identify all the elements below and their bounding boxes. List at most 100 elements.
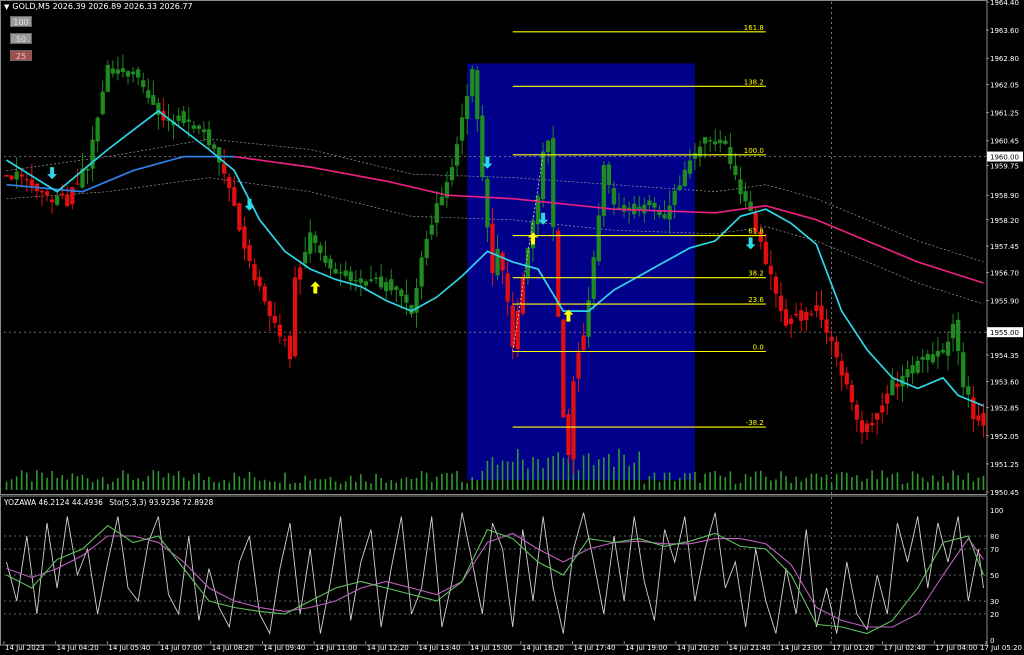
candle-body <box>586 300 591 337</box>
candle-body <box>363 281 369 286</box>
candle-body <box>890 379 895 396</box>
yozawa-fast-line <box>6 524 985 635</box>
candle-body <box>105 64 110 92</box>
candle-body <box>267 301 272 317</box>
candle-body <box>950 323 956 339</box>
price-tick-label: 1963.60 <box>990 27 1019 35</box>
time-tick-label: 14 Jul 21:40 <box>729 644 771 652</box>
time-tick-label: 14 Jul 13:40 <box>418 644 460 652</box>
dropdown-triangle-icon[interactable]: ▼ <box>4 3 9 11</box>
candle-body <box>956 319 961 352</box>
price-tick-label: 1958.20 <box>990 217 1019 225</box>
fib-level-label: -38.2 <box>746 419 764 427</box>
candle-body <box>328 258 333 269</box>
candle-body <box>378 276 384 288</box>
candle-body <box>697 146 703 158</box>
candle-body <box>277 324 282 337</box>
candle-body <box>146 90 151 99</box>
candle-body <box>677 185 682 190</box>
candle-body <box>95 117 100 142</box>
osc-tick-label: 70 <box>990 546 999 554</box>
candle-body <box>788 318 794 324</box>
zoom-100-button[interactable]: 100 <box>10 16 32 27</box>
candle-body <box>966 386 971 395</box>
candle-body <box>176 115 181 121</box>
candle-body <box>778 295 784 311</box>
candle-body <box>859 420 865 433</box>
candle-body <box>576 352 581 379</box>
candle-body <box>976 415 981 421</box>
candle-body <box>910 365 915 374</box>
time-tick-label: 14 Jul 2023 <box>5 644 45 652</box>
candle-body <box>85 168 90 171</box>
candle-body <box>864 423 870 432</box>
candle-body <box>141 80 146 88</box>
price-tick-label: 1957.45 <box>990 243 1019 251</box>
candle-body <box>571 381 576 460</box>
candle-body <box>546 140 551 153</box>
candle-body <box>794 313 799 316</box>
candle-body <box>156 102 161 115</box>
candle-body <box>9 175 14 180</box>
price-chart[interactable]: 161.8 138.2 100.0 61.8 38.2 23.6 0.0 -38.2 1964… <box>0 0 1024 655</box>
sell-arrow-icon <box>745 237 756 250</box>
candle-body <box>738 179 743 195</box>
candle-body <box>424 238 429 258</box>
candle-body <box>39 191 45 193</box>
chart-header: ▼ GOLD,M5 2026.39 2026.89 2026.33 2026.77 <box>4 2 193 11</box>
price-tick-label: 1953.60 <box>990 378 1019 386</box>
sell-arrow-icon <box>244 198 255 211</box>
candle-body <box>434 203 439 223</box>
candle-body <box>292 277 298 357</box>
candle-body <box>505 273 510 302</box>
candle-body <box>611 188 617 205</box>
zoom-25-button[interactable]: 25 <box>10 50 32 61</box>
candle-body <box>814 305 819 311</box>
time-tick-label: 14 Jul 23:00 <box>780 644 822 652</box>
candle-body <box>940 349 946 353</box>
yozawa-slow-line <box>6 532 984 628</box>
candle-body <box>136 69 141 78</box>
candle-body <box>961 352 966 388</box>
candle-body <box>596 215 601 262</box>
subwindow-header: YOZAWA 46.2124 44.4936 Sto(5,3,3) 93.923… <box>4 498 217 507</box>
candle-body <box>399 289 404 297</box>
candle-body <box>880 405 885 413</box>
candle-body <box>14 171 19 180</box>
candle-body <box>454 144 460 166</box>
candle-body <box>834 341 839 358</box>
candle-body <box>4 174 9 177</box>
candle-body <box>429 224 434 235</box>
candle-body <box>490 223 495 273</box>
osc-tick-label: 80 <box>990 533 999 541</box>
candle-body <box>783 309 789 326</box>
candle-body <box>692 153 698 159</box>
candle-body <box>642 204 647 214</box>
zoom-50-button[interactable]: 50 <box>10 33 32 44</box>
candle-body <box>247 245 252 261</box>
price-tick-label: 1959.75 <box>990 162 1019 170</box>
fib-level-label: 100.0 <box>744 147 764 155</box>
candle-body <box>748 201 753 212</box>
candle-body <box>115 69 121 74</box>
candle-body <box>60 193 65 196</box>
candle-body <box>333 268 338 274</box>
candle-body <box>809 313 814 315</box>
candle-body <box>566 414 571 456</box>
candle-body <box>343 270 348 276</box>
candle-body <box>125 71 131 77</box>
candle-body <box>728 147 733 164</box>
candle-body <box>394 286 399 290</box>
candle-body <box>65 194 70 207</box>
fib-level-label: 0.0 <box>753 343 764 351</box>
candle-body <box>551 138 556 227</box>
oscillator-lines <box>6 512 985 635</box>
candle-body <box>718 139 723 144</box>
candle-body <box>763 241 768 265</box>
candle-body <box>232 187 237 206</box>
price-tick-label: 1960.45 <box>990 138 1019 146</box>
time-tick-label: 14 Jul 17:40 <box>574 644 616 652</box>
candle-body <box>854 404 860 420</box>
candle-body <box>272 315 277 323</box>
candle-body <box>70 187 75 205</box>
